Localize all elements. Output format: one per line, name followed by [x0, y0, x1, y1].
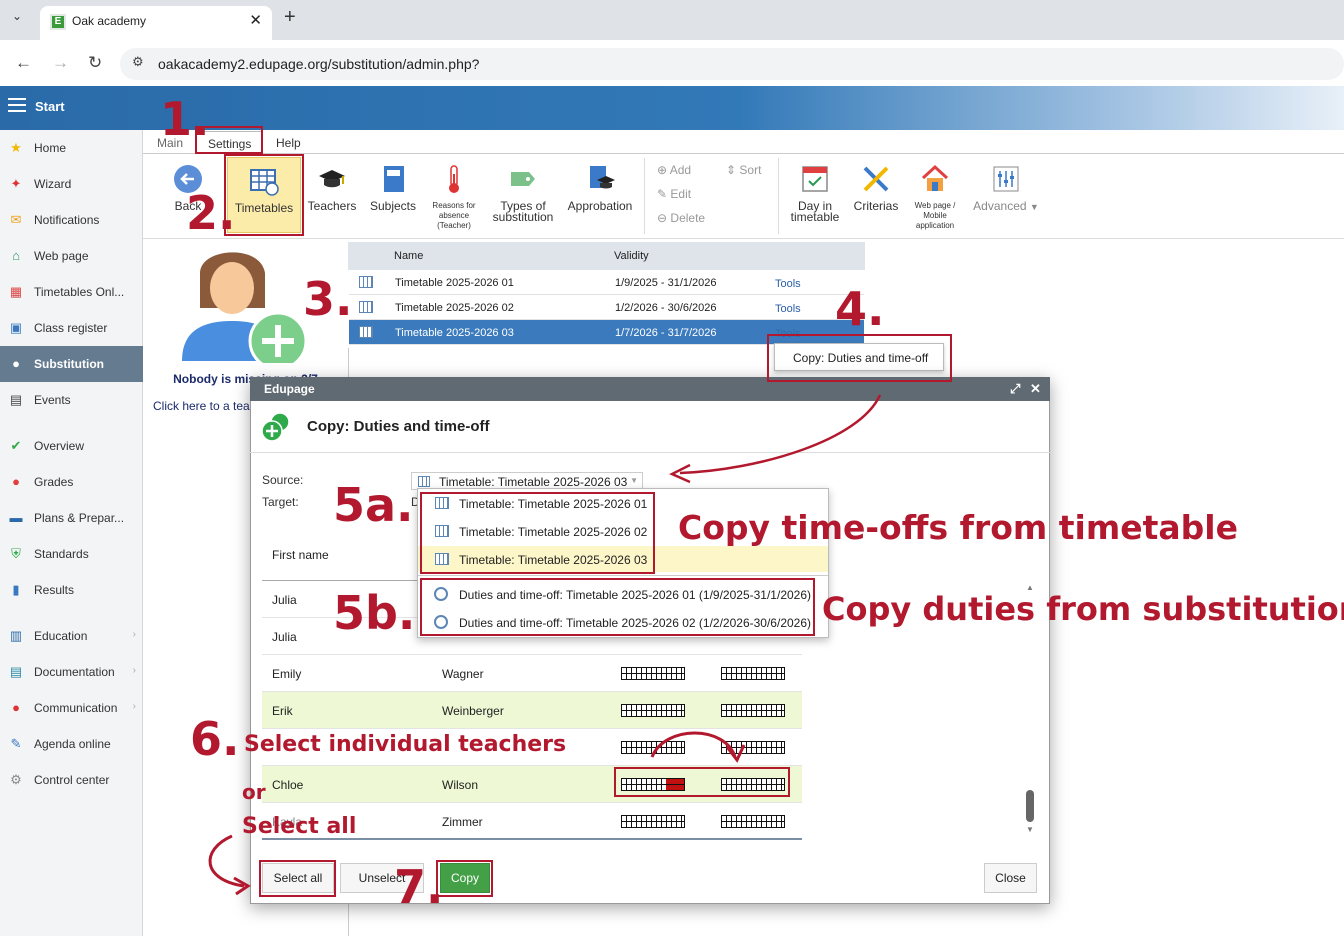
annotation-step-3: 3.	[303, 272, 353, 326]
annotation-step-5b: 5b.	[333, 586, 416, 640]
annotation-step-1: 1.	[160, 92, 210, 146]
annotation-step-7: 7.	[394, 860, 444, 914]
annotation-copy-duties: Copy duties from substitution	[822, 590, 1344, 628]
annotation-step-4: 4.	[835, 282, 885, 336]
annotation-select-individual: Select individual teachers	[244, 732, 567, 757]
annotation-step-6: 6.	[190, 712, 240, 766]
annotation-copy-timeoffs: Copy time-offs from timetable	[678, 508, 1238, 547]
annotation-select-all: Select all	[242, 814, 357, 839]
annotation-or: or	[242, 780, 266, 804]
annotation-step-2: 2.	[186, 186, 236, 240]
annotation-step-5a: 5a.	[333, 478, 414, 532]
